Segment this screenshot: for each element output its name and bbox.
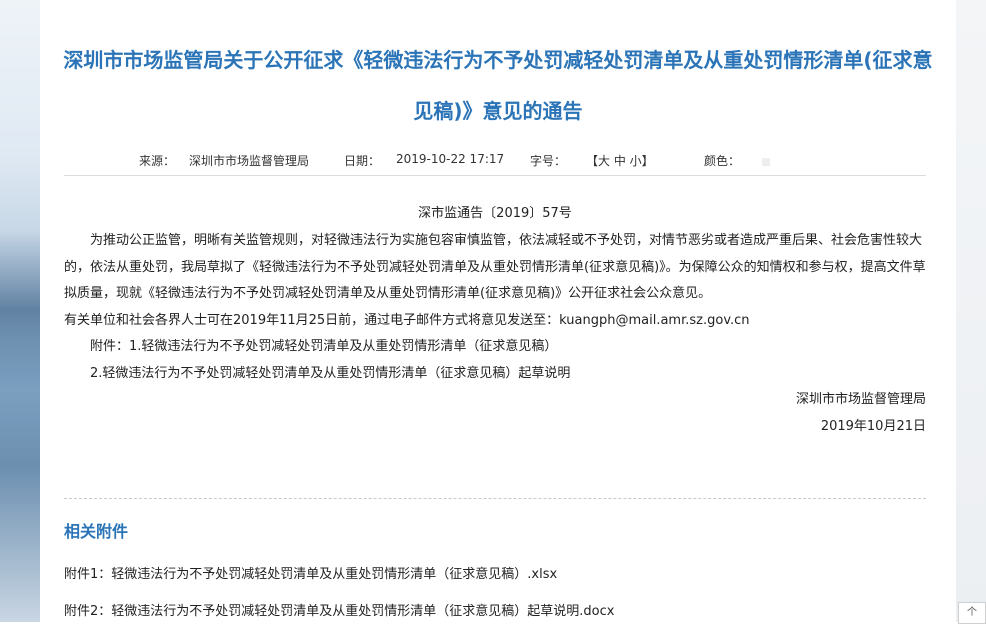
- attachment-link[interactable]: 附件2：轻微违法行为不予处罚减轻处罚清单及从重处罚情形清单（征求意见稿）起草说明…: [64, 600, 614, 619]
- date-label: 日期：: [344, 154, 381, 168]
- page-title: 深圳市市场监管局关于公开征求《轻微违法行为不予处罚减轻处罚清单及从重处罚情形清单…: [63, 48, 933, 123]
- attachment-line: 2.轻微违法行为不予处罚减轻处罚清单及从重处罚情形清单（征求意见稿）起草说明: [90, 365, 571, 381]
- article-container: 深圳市市场监管局关于公开征求《轻微违法行为不予处罚减轻处罚清单及从重处罚情形清单…: [40, 0, 956, 622]
- attachment-line: 附件：1.轻微违法行为不予处罚减轻处罚清单及从重处罚情形清单（征求意见稿）: [90, 339, 558, 354]
- color-label: 颜色：: [704, 154, 741, 168]
- color-swatch[interactable]: [762, 158, 770, 166]
- article-meta: 来源： 深圳市市场监督管理局 日期： 2019-10-22 17:17 字号： …: [64, 150, 926, 170]
- meta-divider: [64, 175, 926, 176]
- right-background: [956, 0, 986, 622]
- sign-date: 2019年10月21日: [820, 418, 926, 434]
- body-paragraph: 有关单位和社会各界人士可在2019年11月25日前，通过电子邮件方式将意见发送至…: [64, 312, 750, 328]
- body-paragraph: 为推动公正监管，明晰有关监管规则，对轻微违法行为实施包容审慎监管，依法减轻或不予…: [64, 233, 926, 301]
- fontsize-switcher[interactable]: 【大 中 小】: [586, 152, 654, 169]
- left-background: [0, 0, 40, 622]
- source-value: 深圳市市场监督管理局: [189, 154, 310, 168]
- attachments-divider: [64, 498, 926, 499]
- date-value: 2019-10-22 17:17: [396, 152, 505, 166]
- document-number: 深市监通告〔2019〕57号: [418, 206, 572, 221]
- corner-widget[interactable]: 个: [958, 602, 986, 624]
- attachment-link[interactable]: 附件1：轻微违法行为不予处罚减轻处罚清单及从重处罚情形清单（征求意见稿）.xls…: [64, 563, 557, 582]
- article-body: 为推动公正监管，明晰有关监管规则，对轻微违法行为实施包容审慎监管，依法减轻或不予…: [64, 228, 926, 440]
- source-label: 来源：: [139, 154, 176, 168]
- related-attachments-heading: 相关附件: [64, 522, 129, 541]
- fontsize-label: 字号：: [530, 154, 567, 168]
- signature: 深圳市市场监督管理局: [795, 392, 926, 407]
